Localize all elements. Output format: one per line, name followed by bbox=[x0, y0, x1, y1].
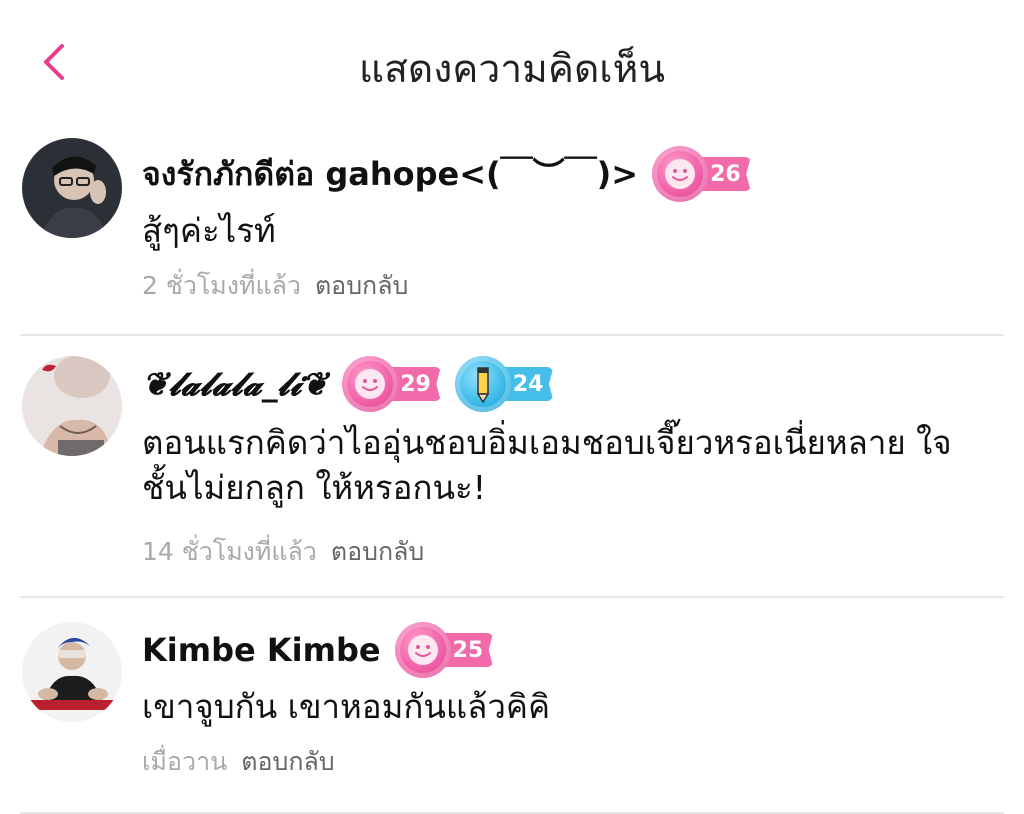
avatar[interactable] bbox=[22, 622, 122, 722]
smiley-icon bbox=[652, 146, 709, 202]
smiley-icon bbox=[342, 356, 399, 412]
comment-item: จงรักภักดีต่อ gahope<(￣︶￣)> 26 สู้ๆค่ะไร… bbox=[20, 128, 1004, 336]
comment-timestamp: เมื่อวาน bbox=[142, 747, 228, 776]
comment-text: ตอนแรกคิดว่าไออุ่นชอบอิ่มเอมชอบเจี๊ยวหรอ… bbox=[142, 423, 952, 507]
level-badge: 25 bbox=[394, 622, 494, 678]
comment-item: Kimbe Kimbe 25 เขาจูบกัน เขาหอมกันแล้วคิ… bbox=[20, 598, 1004, 814]
page-title: แสดงความคิดเห็น bbox=[358, 47, 666, 92]
commenter-name[interactable]: จงรักภักดีต่อ gahope<(￣︶￣)> bbox=[142, 149, 638, 200]
comment-item: ❦𝓵𝓪𝓵𝓪𝓵𝓪_𝓵𝓲❦ 29 24 ตอนแรกคิดว่าไออุ่นชอบอ… bbox=[20, 336, 1004, 598]
comment-text: เขาจูบกัน เขาหอมกันแล้วคิคิ bbox=[142, 687, 551, 726]
header-bar: แสดงความคิดเห็น bbox=[0, 0, 1024, 128]
level-badge: 29 bbox=[342, 356, 441, 412]
commenter-name[interactable]: Kimbe Kimbe bbox=[142, 631, 381, 669]
reply-button[interactable]: ตอบกลับ bbox=[241, 742, 334, 782]
level-badge: 26 bbox=[652, 146, 751, 202]
pencil-icon bbox=[454, 356, 511, 412]
avatar[interactable] bbox=[22, 356, 122, 456]
comment-timestamp: 2 ชั่วโมงที่แล้ว bbox=[142, 271, 301, 300]
reply-button[interactable]: ตอบกลับ bbox=[331, 532, 424, 572]
smiley-icon bbox=[394, 622, 451, 678]
writer-badge: 24 bbox=[454, 356, 554, 412]
comment-text: สู้ๆค่ะไรท์ bbox=[142, 211, 276, 250]
commenter-name[interactable]: ❦𝓵𝓪𝓵𝓪𝓵𝓪_𝓵𝓲❦ bbox=[142, 365, 328, 404]
avatar[interactable] bbox=[22, 138, 122, 238]
comment-timestamp: 14 ชั่วโมงที่แล้ว bbox=[142, 537, 317, 566]
reply-button[interactable]: ตอบกลับ bbox=[315, 266, 408, 306]
